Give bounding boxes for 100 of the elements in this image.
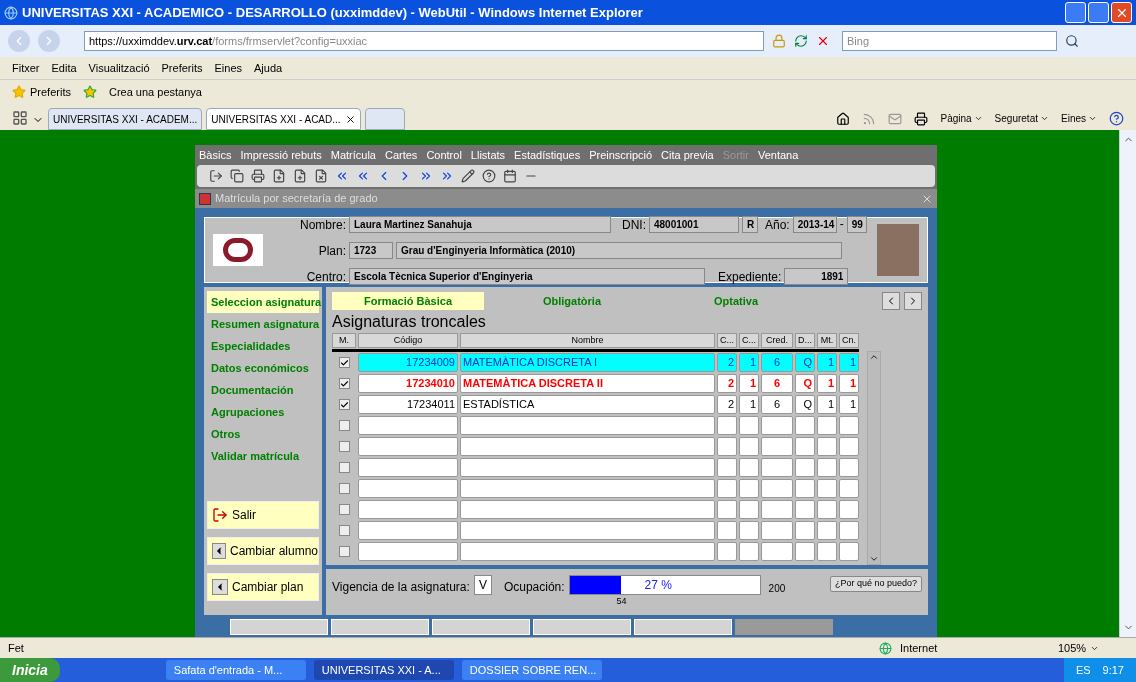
pencil-icon[interactable] xyxy=(461,169,475,183)
row-checkbox[interactable] xyxy=(338,462,350,473)
favorites-button[interactable]: Preferits xyxy=(30,83,71,101)
name-field[interactable]: Laura Martinez Sanahuja xyxy=(349,215,611,233)
new-record-icon[interactable] xyxy=(293,169,307,183)
feed-icon[interactable] xyxy=(862,111,877,126)
start-button[interactable]: Inicia xyxy=(0,658,60,682)
refresh-icon[interactable] xyxy=(794,34,808,48)
previous-page-icon[interactable] xyxy=(356,169,370,183)
minimize-button[interactable] xyxy=(1065,2,1086,23)
search-icon[interactable] xyxy=(1065,34,1079,48)
close-tab-icon[interactable] xyxy=(344,113,356,125)
next-page-icon[interactable] xyxy=(419,169,433,183)
app-menu-item[interactable]: Llistats xyxy=(470,146,506,164)
app-menu-item[interactable]: Control xyxy=(426,146,462,164)
next-tab-button[interactable] xyxy=(904,292,922,310)
print-icon[interactable] xyxy=(914,111,929,126)
column-header[interactable]: Mt. xyxy=(817,333,837,348)
row-checkbox[interactable] xyxy=(338,399,350,410)
row-checkbox[interactable] xyxy=(338,357,350,368)
new-record-icon[interactable] xyxy=(272,169,286,183)
printer-icon[interactable] xyxy=(251,169,265,183)
app-menu-item[interactable]: Impressió rebuts xyxy=(240,146,322,164)
mail-icon[interactable] xyxy=(888,111,903,126)
copy-icon[interactable] xyxy=(230,169,244,183)
dni-letter-field[interactable]: R xyxy=(742,215,758,233)
menu-item[interactable]: Fitxer xyxy=(12,59,40,77)
add-favorite-icon[interactable] xyxy=(82,85,97,99)
row-checkbox[interactable] xyxy=(338,546,350,557)
row-checkbox[interactable] xyxy=(338,504,350,515)
side-button[interactable]: Cambiar plan xyxy=(207,573,319,601)
column-header[interactable]: Cn. xyxy=(839,333,859,348)
side-button[interactable]: Salir xyxy=(207,501,319,529)
lock-icon[interactable] xyxy=(772,34,786,48)
taskbar-button[interactable]: DOSSIER SOBRE REN... xyxy=(461,660,602,680)
column-header[interactable]: Nombre xyxy=(460,333,715,348)
scroll-up-icon[interactable] xyxy=(869,352,879,362)
last-icon[interactable] xyxy=(440,169,454,183)
vigencia-field[interactable]: V xyxy=(473,575,492,595)
row-checkbox[interactable] xyxy=(338,525,350,536)
prev-tab-button[interactable] xyxy=(882,292,900,310)
centro-field[interactable]: Escola Tècnica Superior d'Enginyeria xyxy=(349,267,705,285)
command-button[interactable]: Pàgina xyxy=(940,111,983,126)
category-tab[interactable]: Formació Bàsica xyxy=(332,292,484,310)
app-menu-item[interactable]: Estadístiques xyxy=(514,146,581,164)
menu-item[interactable]: Eines xyxy=(214,59,243,77)
page-scrollbar[interactable] xyxy=(1119,130,1136,637)
row-checkbox[interactable] xyxy=(338,420,350,431)
scroll-down-icon[interactable] xyxy=(869,554,879,564)
search-field[interactable]: Bing xyxy=(842,31,1057,51)
taskbar-button[interactable]: UNIVERSITAS XXI - A... xyxy=(313,660,454,680)
calendar-icon[interactable] xyxy=(503,169,517,183)
app-menu-item[interactable]: Matrícula xyxy=(330,146,376,164)
home-icon[interactable] xyxy=(836,111,851,126)
why-button[interactable]: ¿Por qué no puedo? xyxy=(829,576,922,592)
expediente-field[interactable]: 1891 xyxy=(784,267,849,285)
exit-icon[interactable] xyxy=(209,169,223,183)
close-button[interactable] xyxy=(1111,2,1132,23)
address-field[interactable]: https://uxximddev.urv.cat/forms/frmservlet?config=uxxiac xyxy=(84,31,764,51)
app-menu-item[interactable]: Cartes xyxy=(384,146,418,164)
column-header[interactable]: C... xyxy=(739,333,759,348)
quick-tabs-icon[interactable] xyxy=(12,110,28,126)
status-text: Fet xyxy=(8,640,24,656)
menu-item[interactable]: Visualització xyxy=(88,59,150,77)
check-icon xyxy=(339,399,349,410)
year-field[interactable]: 2013-14 xyxy=(792,215,837,233)
browser-tab[interactable]: UNIVERSITAS XXI - ACAD... xyxy=(206,108,361,130)
app-menu-item[interactable]: Bàsics xyxy=(199,146,232,164)
column-header[interactable]: Cred. xyxy=(761,333,793,348)
command-button[interactable]: Seguretat xyxy=(994,111,1049,126)
plan-name-field[interactable]: Grau d'Enginyeria Informàtica (2010) xyxy=(396,241,842,259)
menu-item[interactable]: Edita xyxy=(51,59,77,77)
app-menu-item[interactable]: Cita previa xyxy=(661,146,714,164)
help-icon[interactable] xyxy=(482,169,496,183)
side-button[interactable]: Cambiar alumno xyxy=(207,537,319,565)
command-button[interactable]: Eines xyxy=(1061,111,1097,126)
delete-record-icon[interactable] xyxy=(314,169,328,183)
menu-item[interactable]: Ajuda xyxy=(254,59,283,77)
row-checkbox[interactable] xyxy=(338,378,350,389)
row-checkbox[interactable] xyxy=(338,441,350,452)
column-header[interactable]: C... xyxy=(717,333,737,348)
taskbar-button[interactable]: Safata d'entrada - M... xyxy=(165,660,306,680)
column-header[interactable]: D... xyxy=(795,333,815,348)
browser-tab[interactable]: UNIVERSITAS XXI - ACADEM... xyxy=(48,108,203,130)
app-menu-item[interactable]: Ventana xyxy=(757,146,799,164)
year-code-field[interactable]: 99 xyxy=(846,215,867,233)
column-header[interactable]: Código xyxy=(358,333,458,348)
scrollbar-track[interactable] xyxy=(867,351,881,565)
stop-icon[interactable] xyxy=(816,34,830,48)
first-icon[interactable] xyxy=(335,169,349,183)
menu-item[interactable]: Preferits xyxy=(161,59,203,77)
plan-code-field[interactable]: 1723 xyxy=(349,241,393,259)
zoom-button[interactable]: 105% xyxy=(1058,639,1128,657)
column-header[interactable]: M. xyxy=(332,333,356,348)
app-menu-item[interactable]: Preinscripció xyxy=(589,146,653,164)
row-checkbox[interactable] xyxy=(338,483,350,494)
maximize-button[interactable] xyxy=(1088,2,1109,23)
favorite-link[interactable]: Crea una pestanya xyxy=(108,83,202,101)
dni-field[interactable]: 48001001 xyxy=(649,215,739,233)
help-icon[interactable] xyxy=(1109,111,1124,126)
